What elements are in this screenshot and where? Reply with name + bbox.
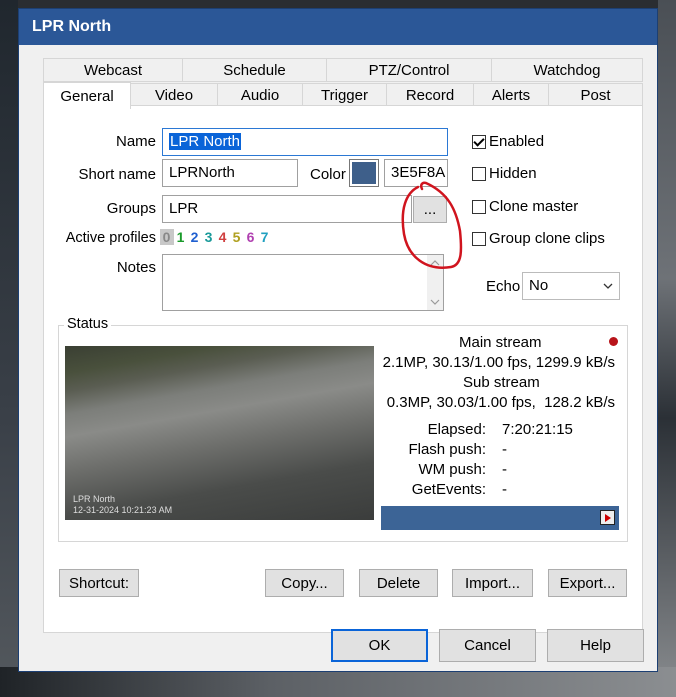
enabled-checkbox[interactable]	[472, 135, 486, 149]
import-button[interactable]: Import...	[452, 569, 533, 597]
tab-watchdog[interactable]: Watchdog	[491, 58, 643, 82]
stream-status-bar	[381, 506, 619, 530]
tab-general[interactable]: General	[43, 82, 131, 109]
export-button[interactable]: Export...	[548, 569, 627, 597]
group-clone-clips-label: Group clone clips	[489, 230, 605, 247]
cancel-button[interactable]: Cancel	[439, 629, 536, 662]
clone-master-label: Clone master	[489, 198, 579, 215]
tab-audio[interactable]: Audio	[217, 83, 303, 107]
background-right	[658, 0, 676, 697]
name-input[interactable]: LPR North	[162, 128, 448, 156]
status-label: Status	[64, 316, 112, 332]
profile-7[interactable]: 7	[258, 229, 272, 245]
delete-button[interactable]: Delete	[359, 569, 438, 597]
tab-alerts[interactable]: Alerts	[473, 83, 549, 107]
wm-push-value: -	[502, 461, 507, 478]
group-clone-clips-checkbox[interactable]	[472, 232, 486, 246]
elapsed-label: Elapsed:	[427, 421, 486, 438]
profile-6[interactable]: 6	[244, 229, 258, 245]
shortcut-button[interactable]: Shortcut:	[59, 569, 139, 597]
color-swatch	[352, 162, 376, 184]
tab-post[interactable]: Post	[548, 83, 643, 107]
getevents-label: GetEvents:	[411, 481, 486, 498]
copy-button[interactable]: Copy...	[265, 569, 344, 597]
color-swatch-button[interactable]	[349, 159, 379, 187]
chevron-down-icon	[603, 283, 613, 289]
getevents-value: -	[502, 481, 507, 498]
elapsed-value: 7:20:21:15	[502, 421, 573, 438]
tab-schedule[interactable]: Schedule	[182, 58, 327, 82]
groups-label: Groups	[106, 200, 156, 217]
profile-5[interactable]: 5	[230, 229, 244, 245]
tab-ptz-control[interactable]: PTZ/Control	[326, 58, 492, 82]
name-label: Name	[115, 133, 156, 150]
hidden-label: Hidden	[489, 165, 537, 182]
short-name-input[interactable]: LPRNorth	[162, 159, 298, 187]
recording-indicator	[609, 337, 618, 346]
tab-video[interactable]: Video	[130, 83, 218, 107]
camera-preview[interactable]: LPR North 12-31-2024 10:21:23 AM	[65, 346, 374, 520]
active-profiles: 0 1 2 3 4 5 6 7	[160, 229, 272, 245]
clone-master-checkbox[interactable]	[472, 200, 486, 214]
profile-2[interactable]: 2	[188, 229, 202, 245]
video-overlay-name: LPR North	[73, 494, 116, 504]
tab-webcast[interactable]: Webcast	[43, 58, 183, 82]
groups-input[interactable]: LPR	[162, 195, 412, 223]
clip-player-icon[interactable]	[600, 510, 615, 525]
profile-3[interactable]: 3	[202, 229, 216, 245]
flash-push-label: Flash push:	[408, 441, 486, 458]
help-button[interactable]: Help	[547, 629, 644, 662]
wm-push-label: WM push:	[418, 461, 486, 478]
ok-button[interactable]: OK	[331, 629, 428, 662]
notes-label: Notes	[116, 259, 156, 276]
tab-trigger[interactable]: Trigger	[302, 83, 387, 107]
profile-0[interactable]: 0	[160, 229, 174, 245]
window-title: LPR North	[32, 18, 112, 35]
tab-record[interactable]: Record	[386, 83, 474, 107]
sub-stream-value: 0.3MP, 30.03/1.00 fps, 128.2 kB/s	[386, 394, 615, 411]
echo-label: Echo	[486, 278, 521, 295]
color-label: Color	[310, 166, 346, 183]
short-name-label: Short name	[78, 166, 156, 183]
background-left	[0, 0, 18, 697]
enabled-label: Enabled	[489, 133, 545, 150]
red-annotation-circle	[401, 181, 463, 269]
main-stream-label: Main stream	[459, 334, 542, 351]
main-stream-value: 2.1MP, 30.13/1.00 fps, 1299.9 kB/s	[382, 354, 615, 371]
profile-1[interactable]: 1	[174, 229, 188, 245]
flash-push-value: -	[502, 441, 507, 458]
camera-settings-dialog: LPR North Webcast Schedule PTZ/Control W…	[18, 8, 658, 672]
echo-select[interactable]: No	[522, 272, 620, 300]
video-overlay-timestamp: 12-31-2024 10:21:23 AM	[73, 505, 173, 515]
profile-4[interactable]: 4	[216, 229, 230, 245]
sub-stream-label: Sub stream	[463, 374, 540, 391]
title-bar[interactable]: LPR North	[19, 9, 657, 45]
active-profiles-label: Active profiles	[65, 230, 156, 246]
hidden-checkbox[interactable]	[472, 167, 486, 181]
